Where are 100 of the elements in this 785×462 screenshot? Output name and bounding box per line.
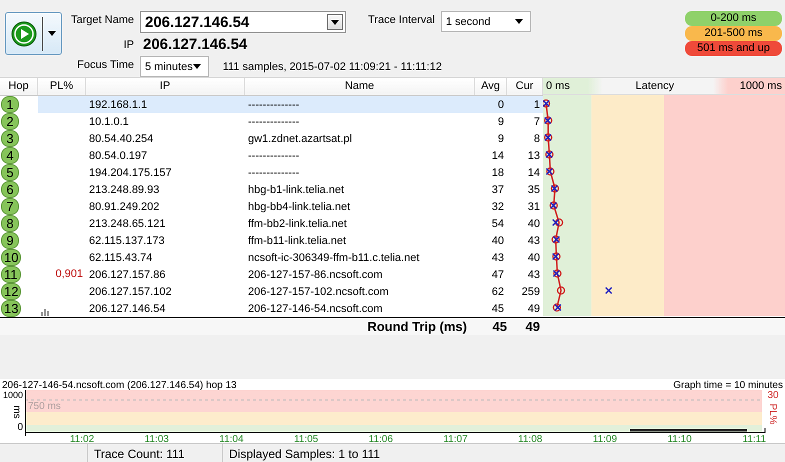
displayed-samples: Displayed Samples: 1 to 111 [222, 444, 380, 462]
hop-number: 9 [1, 232, 19, 249]
hop-number: 7 [1, 198, 19, 215]
latency-header: Latency [636, 80, 674, 92]
ip-cell-text: 62.115.43.74 [88, 252, 154, 264]
hop-row[interactable]: 2 10.1.0.1 -------------- 9 7 [0, 113, 543, 130]
graph-title: 206-127-146-54.ncsoft.com (206.127.146.54) hop 13 [2, 380, 237, 391]
avg-cell-text: 54 [490, 218, 505, 230]
time-axis-tick: 11:02 [70, 434, 94, 443]
name-cell-text: 206-127-157-102.ncsoft.com [247, 286, 390, 298]
cur-cell-text: 35 [526, 184, 541, 196]
time-axis-tick: 11:10 [667, 434, 692, 443]
latency-legend-item: 0-200 ms [685, 11, 782, 26]
name-cell-text: 206-127-146-54.ncsoft.com [247, 302, 384, 314]
y-axis-tick: 1000 [2, 390, 23, 400]
avg-cell-text: 0 [496, 98, 505, 110]
hop-row[interactable]: 13 206.127.146.54 206-127-146-54.ncsoft.com 45 49 [0, 300, 543, 317]
target-name-label: Target Name [70, 13, 134, 26]
time-axis-tick: 11:04 [219, 434, 244, 443]
latency-legend-item: 501 ms and up [685, 41, 782, 56]
time-axis-tick: 11:11 [742, 434, 766, 443]
hop-number: 4 [1, 147, 19, 164]
time-axis-tick: 11:08 [518, 434, 542, 443]
trace-interval-select[interactable]: 1 second [440, 11, 531, 32]
hop-row[interactable]: 8 213.248.65.121 ffm-bb2-link.telia.net 54 40 [0, 215, 543, 232]
round-trip-label: Round Trip (ms) [366, 319, 467, 334]
name-cell-text: hbg-bb4-link.telia.net [247, 200, 352, 212]
ip-label: IP [122, 38, 134, 51]
caret-icon [192, 64, 201, 69]
play-icon [11, 20, 37, 46]
name-cell-text: ncsoft-ic-306349-ffm-b11.c.telia.net [247, 252, 420, 264]
hop-row[interactable]: 4 80.54.0.197 -------------- 14 13 [0, 147, 543, 164]
ip-cell-text: 194.204.175.157 [88, 166, 173, 178]
ip-cell-text: 80.91.249.202 [88, 200, 160, 212]
hop-row[interactable]: 10 62.115.43.74 ncsoft-ic-306349-ffm-b11.c.telia.net 43 40 [0, 249, 543, 266]
hop-number: 8 [1, 215, 19, 232]
column-header[interactable]: Name [245, 78, 475, 95]
y-axis-tick: 0 [17, 422, 23, 433]
graph-time-label: Graph time = 10 minutes [673, 380, 783, 391]
avg-cell-text: 40 [490, 234, 505, 246]
cur-cell-text: 13 [526, 150, 541, 162]
caret-icon [48, 31, 56, 36]
y-axis-unit: ms [11, 405, 22, 419]
hop-number: 5 [1, 164, 19, 181]
focus-time-select[interactable]: 5 minutes [140, 56, 209, 77]
current-latency-marker [605, 287, 612, 294]
avg-latency-marker [554, 218, 564, 227]
name-cell-text: ffm-b11-link.telia.net [247, 234, 348, 246]
bar-graph-icon[interactable] [41, 308, 50, 316]
ip-cell-text: 213.248.89.93 [88, 184, 160, 196]
current-latency-marker [552, 219, 560, 226]
avg-cell-text: 62 [490, 286, 505, 298]
name-cell-text: hbg-b1-link.telia.net [247, 184, 346, 196]
column-header[interactable]: Avg [475, 78, 507, 95]
ip-cell-text: 192.168.1.1 [88, 98, 148, 110]
hop-row[interactable]: 5 194.204.175.157 -------------- 18 14 [0, 164, 543, 181]
latency-min-label: 0 ms [546, 80, 570, 92]
name-cell-text: 206-127-157-86.ncsoft.com [247, 268, 384, 280]
start-trace-button[interactable] [5, 12, 62, 55]
cur-cell-text: 31 [526, 200, 541, 212]
column-header[interactable]: Hop [0, 78, 38, 95]
ip-cell-text: 206.127.157.102 [88, 286, 173, 298]
hop-row[interactable]: 9 62.115.137.173 ffm-b11-link.telia.net 40 43 [0, 232, 543, 249]
hop-number: 12 [1, 283, 22, 300]
focus-time-label: Focus Time [76, 58, 134, 71]
hop-row[interactable]: 11 0,901 206.127.157.86 206-127-157-86.ncsoft.com 47 43 [0, 266, 543, 283]
caret-icon [514, 19, 523, 24]
column-header[interactable]: PL% [38, 78, 86, 95]
name-cell-text: -------------- [247, 166, 300, 178]
avg-cell-text: 32 [490, 200, 505, 212]
cur-cell-text: 259 [520, 286, 541, 298]
time-axis-tick: 11:07 [443, 434, 468, 443]
ip-cell-text: 62.115.137.173 [88, 234, 166, 246]
target-name-combo[interactable]: 206.127.146.54 [140, 11, 346, 33]
cur-cell-text: 40 [526, 218, 541, 230]
trace-count: Trace Count: 111 [87, 444, 222, 462]
hop-number: 1 [1, 96, 19, 113]
hop-row[interactable]: 1 192.168.1.1 -------------- 0 1 [0, 96, 543, 113]
cur-cell-text: 7 [532, 116, 541, 128]
cur-cell-text: 8 [532, 132, 541, 144]
hop-row[interactable]: 6 213.248.89.93 hbg-b1-link.telia.net 37 35 [0, 181, 543, 198]
avg-cell-text: 9 [496, 132, 505, 144]
avg-cell-text: 47 [490, 268, 505, 280]
hop-number: 6 [1, 181, 19, 198]
latency-max-label: 1000 ms [740, 80, 782, 92]
packet-loss-value: 0,901 [55, 267, 83, 282]
trace-interval-label: Trace Interval [368, 13, 435, 26]
hop-number: 3 [1, 130, 19, 147]
cur-cell-text: 43 [526, 268, 541, 280]
packet-loss-tick: 30 [767, 390, 779, 401]
time-axis-tick: 11:06 [368, 434, 393, 443]
time-axis-tick: 11:05 [294, 434, 318, 443]
hop-row[interactable]: 12 206.127.157.102 206-127-157-102.ncsoft.com 62 259 [0, 283, 543, 300]
cur-cell-text: 1 [532, 98, 541, 110]
hop-row[interactable]: 7 80.91.249.202 hbg-bb4-link.telia.net 32 31 [0, 198, 543, 215]
hop-number: 11 [1, 266, 20, 283]
column-header[interactable]: IP [86, 78, 245, 95]
hop-row[interactable]: 3 80.54.40.254 gw1.zdnet.azartsat.pl 9 8 [0, 130, 543, 147]
ip-cell-text: 80.54.0.197 [88, 150, 148, 162]
hop-number: 2 [1, 113, 19, 130]
